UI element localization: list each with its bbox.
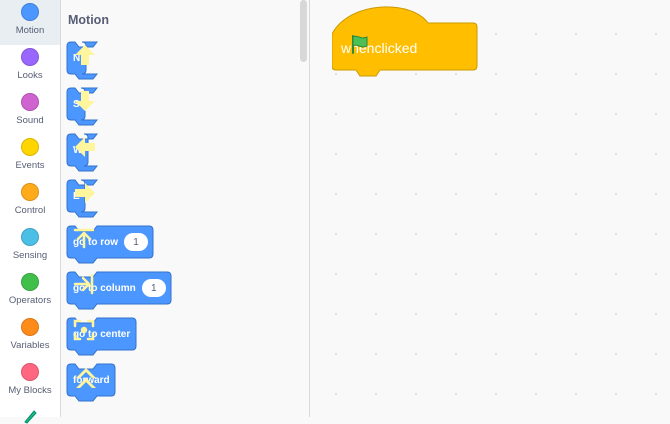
double-chevron-up-icon xyxy=(76,368,96,388)
block-palette: Motion NSWEgo to row1go to column1go to … xyxy=(61,0,310,417)
arrow-left-icon xyxy=(75,137,95,157)
go-to-row-icon xyxy=(73,228,95,249)
category-label: Sensing xyxy=(12,250,48,261)
category-events[interactable]: Events xyxy=(0,135,60,180)
pen-extension-icon[interactable] xyxy=(22,408,38,424)
category-my-blocks[interactable]: My Blocks xyxy=(0,360,60,405)
category-label: Operators xyxy=(8,295,52,306)
category-label: Motion xyxy=(15,25,45,36)
category-color-dot xyxy=(21,318,39,336)
hat-clicked-text: clicked xyxy=(374,40,418,56)
category-label: Events xyxy=(15,160,45,171)
category-color-dot xyxy=(21,363,39,381)
category-motion[interactable]: Motion xyxy=(0,0,60,45)
category-operators[interactable]: Operators xyxy=(0,270,60,315)
category-label: Control xyxy=(14,205,46,216)
palette-scrollbar[interactable] xyxy=(300,0,307,62)
category-color-dot xyxy=(21,93,39,111)
category-label: Variables xyxy=(10,340,50,351)
go-to-column-icon xyxy=(73,273,94,295)
category-color-dot xyxy=(21,138,39,156)
palette-title: Motion xyxy=(68,13,109,27)
category-color-dot xyxy=(21,228,39,246)
script-workspace[interactable]: when clicked xyxy=(310,0,670,417)
category-color-dot xyxy=(21,48,39,66)
green-flag-icon xyxy=(352,35,368,54)
category-menu: Motion Looks Sound Events Control Sensing Oper… xyxy=(0,0,61,417)
category-sound[interactable]: Sound xyxy=(0,90,60,135)
category-color-dot xyxy=(21,273,39,291)
category-sensing[interactable]: Sensing xyxy=(0,225,60,270)
category-color-dot xyxy=(21,183,39,201)
category-looks[interactable]: Looks xyxy=(0,45,60,90)
block-number-input[interactable]: 1 xyxy=(124,233,148,251)
arrow-right-icon xyxy=(75,183,95,203)
center-target-icon xyxy=(73,319,95,341)
block-number-input[interactable]: 1 xyxy=(141,279,166,297)
category-color-dot xyxy=(21,3,39,21)
category-label: Sound xyxy=(16,115,44,126)
category-label: Looks xyxy=(17,70,43,81)
category-control[interactable]: Control xyxy=(0,180,60,225)
arrow-up-icon xyxy=(75,45,95,65)
arrow-down-icon xyxy=(75,91,95,111)
category-variables[interactable]: Variables xyxy=(0,315,60,360)
category-label: My Blocks xyxy=(8,385,52,396)
